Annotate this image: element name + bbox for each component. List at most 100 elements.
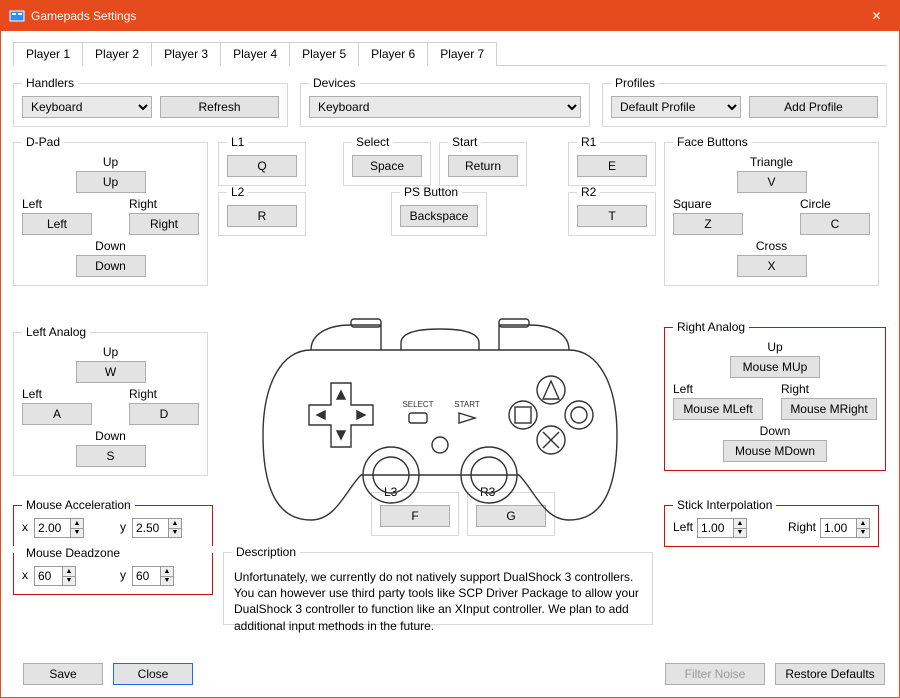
client-area: Player 1Player 2Player 3Player 4Player 5… (1, 31, 899, 697)
window-title: Gamepads Settings (31, 9, 854, 23)
tab-player-6[interactable]: Player 6 (358, 42, 428, 66)
ra-up-label: Up (767, 340, 782, 354)
la-up-button[interactable]: W (76, 361, 146, 383)
dead-y-input[interactable] (132, 566, 160, 586)
ps-button[interactable]: Backspace (400, 205, 478, 227)
l1-group: L1 Q (218, 135, 306, 186)
dead-y-spinner[interactable]: ▲▼ (132, 566, 174, 586)
dead-x-spinner[interactable]: ▲▼ (34, 566, 76, 586)
ra-left-button[interactable]: Mouse MLeft (673, 398, 763, 420)
mouse-accel-legend: Mouse Acceleration (22, 498, 135, 512)
accel-y-spinner[interactable]: ▲▼ (132, 518, 182, 538)
accel-x-up[interactable]: ▲ (70, 518, 84, 528)
l1-legend: L1 (227, 135, 248, 149)
tab-player-1[interactable]: Player 1 (13, 42, 83, 66)
ra-right-label: Right (781, 382, 809, 396)
start-legend: Start (448, 135, 481, 149)
interp-right-input[interactable] (820, 518, 856, 538)
ra-down-button[interactable]: Mouse MDown (723, 440, 827, 462)
handlers-select[interactable]: Keyboard (22, 96, 152, 118)
dead-x-down[interactable]: ▼ (62, 576, 76, 586)
la-right-label: Right (129, 387, 157, 401)
description-group: Description Unfortunately, we currently … (223, 545, 653, 625)
refresh-button[interactable]: Refresh (160, 96, 279, 118)
l1-button[interactable]: Q (227, 155, 297, 177)
mouse-dead-legend: Mouse Deadzone (22, 546, 124, 560)
ra-left-label: Left (673, 382, 693, 396)
devices-select[interactable]: Keyboard (309, 96, 581, 118)
interp-left-down[interactable]: ▼ (733, 528, 747, 538)
ra-up-button[interactable]: Mouse MUp (730, 356, 820, 378)
accel-y-up[interactable]: ▲ (168, 518, 182, 528)
dpad-down-label: Down (95, 239, 126, 253)
tab-player-5[interactable]: Player 5 (289, 42, 359, 66)
description-text: Unfortunately, we currently do not nativ… (232, 565, 644, 638)
dpad-left-button[interactable]: Left (22, 213, 92, 235)
right-analog-legend: Right Analog (673, 320, 749, 334)
r2-legend: R2 (577, 185, 600, 199)
save-button[interactable]: Save (23, 663, 103, 685)
controller-select-label: SELECT (402, 400, 433, 409)
profiles-select[interactable]: Default Profile (611, 96, 741, 118)
tab-player-2[interactable]: Player 2 (82, 42, 152, 66)
mouse-accel-group: Mouse Acceleration x ▲▼ y ▲▼ (13, 498, 213, 546)
face-square-button[interactable]: Z (673, 213, 743, 235)
close-window-button[interactable]: ✕ (854, 1, 899, 31)
accel-y-label: y (120, 520, 126, 534)
face-circle-button[interactable]: C (800, 213, 870, 235)
accel-y-input[interactable] (132, 518, 168, 538)
ra-right-button[interactable]: Mouse MRight (781, 398, 877, 420)
dpad-up-label: Up (103, 155, 118, 169)
dead-x-input[interactable] (34, 566, 62, 586)
tab-player-3[interactable]: Player 3 (151, 42, 221, 66)
add-profile-button[interactable]: Add Profile (749, 96, 878, 118)
interp-right-down[interactable]: ▼ (856, 528, 870, 538)
handlers-legend: Handlers (22, 76, 78, 90)
face-circle-label: Circle (800, 197, 831, 211)
interp-right-up[interactable]: ▲ (856, 518, 870, 528)
tab-player-7[interactable]: Player 7 (427, 42, 497, 66)
mouse-dead-group: Mouse Deadzone x ▲▼ y ▲▼ (13, 546, 213, 595)
close-icon: ✕ (871, 9, 881, 23)
face-group: Face Buttons Triangle V SquareZ CircleC … (664, 135, 879, 286)
l2-button[interactable]: R (227, 205, 297, 227)
start-group: Start Return (439, 135, 527, 186)
dpad-right-label: Right (129, 197, 157, 211)
select-legend: Select (352, 135, 393, 149)
dead-x-up[interactable]: ▲ (62, 566, 76, 576)
face-cross-button[interactable]: X (737, 255, 807, 277)
dpad-down-button[interactable]: Down (76, 255, 146, 277)
interp-left-spinner[interactable]: ▲▼ (697, 518, 747, 538)
accel-x-down[interactable]: ▼ (70, 528, 84, 538)
accel-y-down[interactable]: ▼ (168, 528, 182, 538)
la-down-button[interactable]: S (76, 445, 146, 467)
close-button[interactable]: Close (113, 663, 193, 685)
restore-defaults-button[interactable]: Restore Defaults (775, 663, 885, 685)
dpad-left-label: Left (22, 197, 42, 211)
r2-group: R2 T (568, 185, 656, 236)
accel-x-spinner[interactable]: ▲▼ (34, 518, 84, 538)
interp-right-spinner[interactable]: ▲▼ (820, 518, 870, 538)
tab-player-4[interactable]: Player 4 (220, 42, 290, 66)
select-button[interactable]: Space (352, 155, 422, 177)
dpad-up-button[interactable]: Up (76, 171, 146, 193)
profiles-group: Profiles Default Profile Add Profile (602, 76, 887, 127)
dpad-right-button[interactable]: Right (129, 213, 199, 235)
face-triangle-button[interactable]: V (737, 171, 807, 193)
la-right-button[interactable]: D (129, 403, 199, 425)
stick-interp-legend: Stick Interpolation (673, 498, 776, 512)
left-analog-group: Left Analog Up W LeftA RightD Down S (13, 325, 208, 476)
interp-left-up[interactable]: ▲ (733, 518, 747, 528)
app-icon (9, 8, 25, 24)
start-button[interactable]: Return (448, 155, 518, 177)
r1-button[interactable]: E (577, 155, 647, 177)
dead-y-down[interactable]: ▼ (160, 576, 174, 586)
la-left-button[interactable]: A (22, 403, 92, 425)
player-tabs: Player 1Player 2Player 3Player 4Player 5… (13, 41, 887, 66)
right-analog-group: Right Analog Up Mouse MUp Left Mouse MLef… (664, 320, 886, 471)
r2-button[interactable]: T (577, 205, 647, 227)
dead-y-up[interactable]: ▲ (160, 566, 174, 576)
accel-x-input[interactable] (34, 518, 70, 538)
ra-down-label: Down (760, 424, 791, 438)
interp-left-input[interactable] (697, 518, 733, 538)
